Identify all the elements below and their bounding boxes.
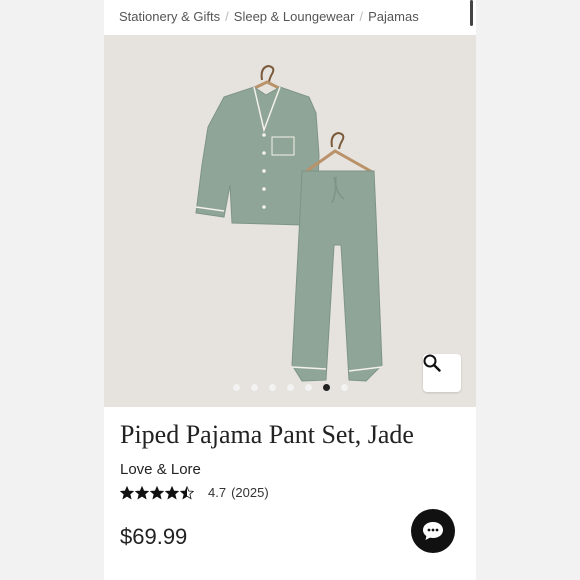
breadcrumb: Stationery & Gifts / Sleep & Loungewear …	[119, 6, 419, 26]
product-card: Stationery & Gifts / Sleep & Loungewear …	[104, 0, 476, 580]
gallery-dot[interactable]	[286, 384, 294, 391]
breadcrumb-separator: /	[225, 8, 229, 24]
magnifier-icon	[423, 354, 441, 372]
gallery-dot[interactable]	[250, 384, 258, 391]
chat-bubble-icon	[423, 522, 443, 540]
gallery-dot[interactable]	[322, 384, 330, 391]
scrollbar[interactable]	[470, 0, 473, 26]
breadcrumb-item-pajamas[interactable]: Pajamas	[368, 9, 419, 24]
breadcrumb-item-sleep[interactable]: Sleep & Loungewear	[234, 9, 355, 24]
product-image	[195, 64, 383, 382]
gallery-dot[interactable]	[232, 384, 240, 391]
product-price: $69.99	[120, 524, 188, 549]
review-count: (2025)	[231, 485, 269, 500]
gallery-pagination	[104, 384, 476, 391]
star-icon	[165, 485, 179, 499]
gallery-dot[interactable]	[340, 384, 348, 391]
rating-value: 4.7	[208, 485, 227, 500]
breadcrumb-separator: /	[359, 8, 364, 24]
gallery-dot[interactable]	[268, 384, 276, 391]
zoom-button[interactable]	[423, 354, 461, 392]
product-image-gallery[interactable]	[104, 35, 476, 407]
star-icon	[180, 485, 194, 499]
chat-button[interactable]	[411, 509, 455, 553]
gallery-dot[interactable]	[304, 384, 312, 391]
star-icon	[120, 485, 134, 499]
pajama-pants	[291, 170, 383, 382]
product-brand[interactable]: Love & Lore	[120, 461, 201, 478]
breadcrumb-item-stationery[interactable]: Stationery & Gifts	[119, 9, 220, 24]
star-icon	[135, 485, 149, 499]
star-rating	[120, 485, 194, 500]
product-title: Piped Pajama Pant Set, Jade	[120, 420, 414, 449]
star-icon	[150, 485, 164, 499]
product-rating[interactable]: 4.7 (2025)	[120, 485, 269, 500]
